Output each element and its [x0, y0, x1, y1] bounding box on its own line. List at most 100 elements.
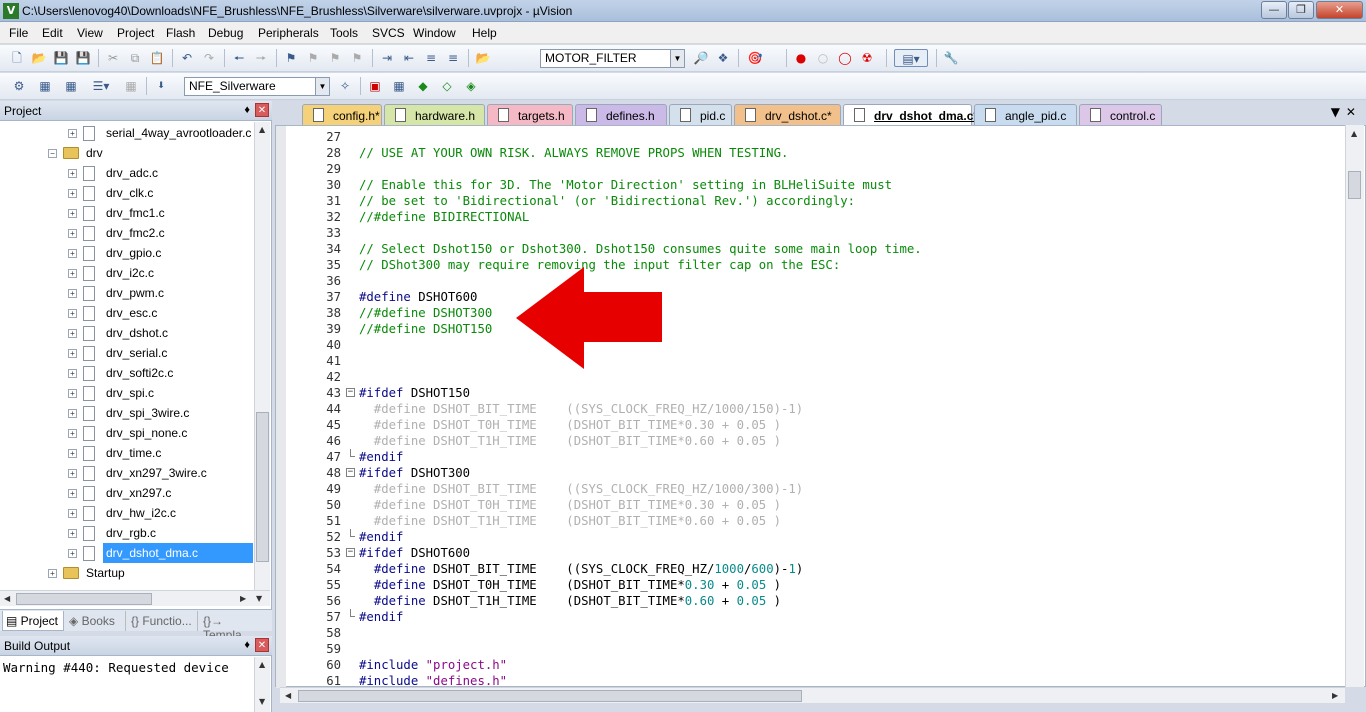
- expand-icon[interactable]: +: [68, 309, 77, 318]
- tree-item[interactable]: + drv_adc.c: [0, 163, 254, 183]
- tab-list-icons[interactable]: ▼✕: [1331, 105, 1362, 119]
- redo-icon[interactable]: ↷: [200, 49, 218, 67]
- tree-item[interactable]: + drv_dshot_dma.c: [0, 543, 254, 563]
- scroll-up-icon[interactable]: ▲: [1351, 129, 1357, 138]
- tree-folder[interactable]: − drv: [0, 143, 254, 163]
- find-in-files-icon[interactable]: 📂: [474, 49, 492, 67]
- incremental-find-icon[interactable]: ❖: [714, 49, 732, 67]
- editor-vertical-scrollbar[interactable]: ▲: [1345, 125, 1364, 687]
- expand-icon[interactable]: +: [68, 369, 77, 378]
- tab-hardware-h[interactable]: hardware.h: [384, 104, 485, 126]
- disable-all-breakpoints-icon[interactable]: ◯: [836, 49, 854, 67]
- undo-icon[interactable]: ↶: [178, 49, 196, 67]
- tree-item[interactable]: + drv_softi2c.c: [0, 363, 254, 383]
- menu-help[interactable]: Help: [472, 26, 497, 40]
- tree-item[interactable]: + drv_esc.c: [0, 303, 254, 323]
- menu-svcs[interactable]: SVCS: [372, 26, 405, 40]
- target-options-icon[interactable]: ✧: [336, 77, 354, 95]
- expand-icon[interactable]: +: [68, 269, 77, 278]
- menu-view[interactable]: View: [77, 26, 103, 40]
- find-icon[interactable]: 🔎: [692, 49, 710, 67]
- tree-item[interactable]: + drv_xn297.c: [0, 483, 254, 503]
- copy-icon[interactable]: ⧉: [126, 49, 144, 67]
- unindent-icon[interactable]: ⇤: [400, 49, 418, 67]
- tab-functions[interactable]: {} Functio...: [128, 611, 198, 631]
- scrollbar-thumb[interactable]: [1348, 171, 1361, 199]
- expand-icon[interactable]: −: [48, 149, 57, 158]
- menu-debug[interactable]: Debug: [208, 26, 243, 40]
- disable-breakpoint-icon[interactable]: ○: [814, 49, 832, 67]
- expand-icon[interactable]: +: [68, 529, 77, 538]
- download-icon[interactable]: ⬇: [152, 77, 170, 95]
- expand-icon[interactable]: +: [68, 209, 77, 218]
- expand-icon[interactable]: +: [68, 229, 77, 238]
- comment-icon[interactable]: ≡: [422, 49, 440, 67]
- tree-folder[interactable]: + Startup: [0, 563, 254, 583]
- tree-item[interactable]: + drv_spi_none.c: [0, 423, 254, 443]
- expand-icon[interactable]: +: [68, 129, 77, 138]
- cut-icon[interactable]: ✂: [104, 49, 122, 67]
- breakpoint-icon[interactable]: ●: [792, 49, 810, 67]
- tab-config-h-[interactable]: config.h*: [302, 104, 382, 126]
- save-all-icon[interactable]: 💾: [74, 49, 92, 67]
- tree-item[interactable]: + drv_fmc2.c: [0, 223, 254, 243]
- scroll-left-icon[interactable]: ◀: [4, 594, 10, 603]
- expand-icon[interactable]: +: [68, 469, 77, 478]
- scroll-up-icon[interactable]: ▲: [259, 125, 265, 134]
- configure-icon[interactable]: 🔧: [942, 49, 960, 67]
- uncomment-icon[interactable]: ≡: [444, 49, 462, 67]
- scrollbar-thumb[interactable]: [16, 593, 152, 605]
- tree-horizontal-scrollbar[interactable]: ◀ ▶ ▼: [0, 590, 270, 606]
- build-icon[interactable]: ▦: [36, 77, 54, 95]
- open-folder-icon[interactable]: 📂: [30, 49, 48, 67]
- build-output-scrollbar[interactable]: ▲ ▼: [254, 657, 270, 712]
- tree-item[interactable]: + drv_clk.c: [0, 183, 254, 203]
- file-extensions-icon[interactable]: ▦: [390, 77, 408, 95]
- tree-item[interactable]: + drv_i2c.c: [0, 263, 254, 283]
- tree-item[interactable]: + drv_rgb.c: [0, 523, 254, 543]
- scroll-down-icon[interactable]: ▼: [259, 697, 265, 706]
- next-bookmark-icon[interactable]: ⚑: [326, 49, 344, 67]
- tab-control-c[interactable]: control.c: [1079, 104, 1162, 126]
- tree-item[interactable]: + drv_dshot.c: [0, 323, 254, 343]
- scroll-up-icon[interactable]: ▲: [259, 660, 265, 669]
- tab-pid-c[interactable]: pid.c: [669, 104, 732, 126]
- bookmark-icon[interactable]: ⚑: [282, 49, 300, 67]
- new-file-icon[interactable]: 🗋: [8, 49, 26, 67]
- chevron-down-icon[interactable]: ▼: [315, 78, 329, 95]
- minimize-button[interactable]: —: [1261, 1, 1287, 19]
- expand-icon[interactable]: +: [68, 249, 77, 258]
- menu-file[interactable]: File: [9, 26, 28, 40]
- clear-bookmarks-icon[interactable]: ⚑: [348, 49, 366, 67]
- manage-project-icon[interactable]: ▣: [366, 77, 384, 95]
- expand-icon[interactable]: +: [48, 569, 57, 578]
- scroll-down-icon[interactable]: ▼: [256, 594, 262, 603]
- navigate-forward-icon[interactable]: 🠖: [252, 49, 270, 67]
- rebuild-icon[interactable]: ▦: [62, 77, 80, 95]
- tab-angle-pid-c[interactable]: angle_pid.c: [974, 104, 1077, 126]
- scroll-left-icon[interactable]: ◀: [285, 691, 291, 700]
- select-packs-icon[interactable]: ◇: [438, 77, 456, 95]
- menu-window[interactable]: Window: [413, 26, 456, 40]
- menu-tools[interactable]: Tools: [330, 26, 358, 40]
- tree-item[interactable]: + drv_time.c: [0, 443, 254, 463]
- translate-icon[interactable]: ⚙: [10, 77, 28, 95]
- prev-bookmark-icon[interactable]: ⚑: [304, 49, 322, 67]
- tab-defines-h[interactable]: defines.h: [575, 104, 667, 126]
- scrollbar-thumb[interactable]: [256, 412, 269, 562]
- expand-icon[interactable]: +: [68, 509, 77, 518]
- scrollbar-thumb[interactable]: [298, 690, 802, 702]
- batch-build-icon[interactable]: ☰▾: [88, 77, 114, 95]
- tab-books[interactable]: ◈ Books: [66, 611, 126, 631]
- tab-drv-dshot-c-[interactable]: drv_dshot.c*: [734, 104, 841, 126]
- expand-icon[interactable]: +: [68, 169, 77, 178]
- close-icon[interactable]: ✕: [255, 638, 269, 652]
- close-button[interactable]: ✕: [1316, 1, 1363, 19]
- tree-item[interactable]: + serial_4way_avrootloader.c: [0, 123, 254, 143]
- pack-installer-icon[interactable]: ◈: [462, 77, 480, 95]
- menu-edit[interactable]: Edit: [42, 26, 63, 40]
- editor-horizontal-scrollbar[interactable]: ◀ ▶: [280, 687, 1345, 703]
- tree-item[interactable]: + drv_spi.c: [0, 383, 254, 403]
- tree-item[interactable]: + drv_gpio.c: [0, 243, 254, 263]
- tree-item[interactable]: + drv_serial.c: [0, 343, 254, 363]
